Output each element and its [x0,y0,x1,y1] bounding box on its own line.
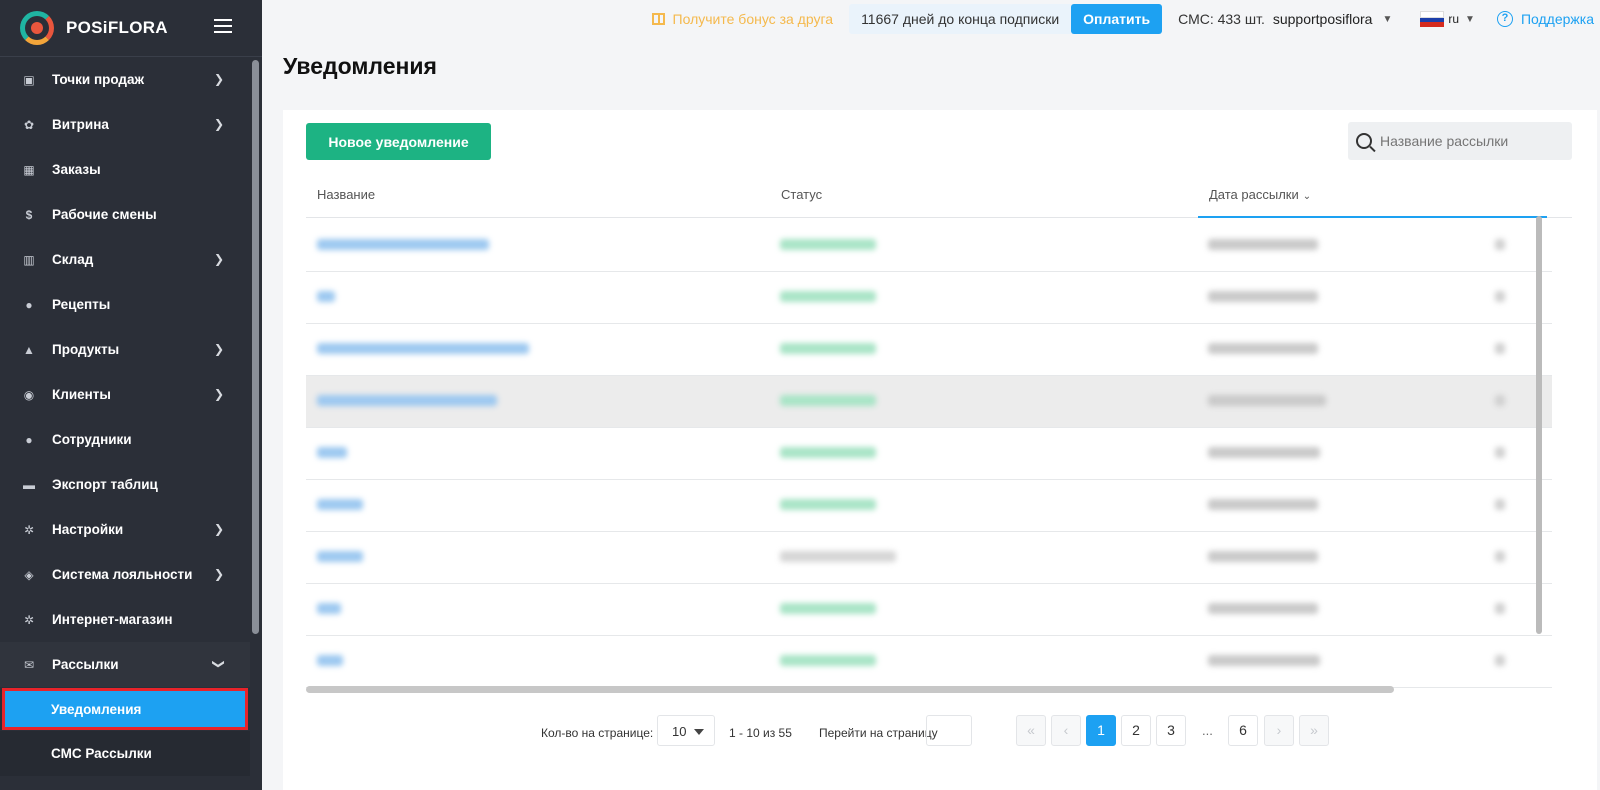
menu-icon[interactable] [214,19,232,33]
table-horizontal-scrollbar[interactable] [306,686,1394,693]
chevron-right-icon: ❯ [213,117,224,131]
column-name[interactable]: Название [317,187,375,202]
new-notification-button[interactable]: Новое уведомление [306,123,491,160]
goto-page-label: Перейти на страницу [819,726,938,740]
sidebar-item-export[interactable]: ▬ Экспорт таблиц [0,462,250,507]
chevron-right-icon: ❯ [213,387,224,401]
chevron-down-icon[interactable]: ▼ [1382,14,1392,25]
sidebar: POSiFLORA ▣ Точки продаж ❯ ✿ Витрина ❯ ▦ Зака… [0,0,262,790]
chevron-right-icon: ❯ [213,252,224,266]
search-icon [1356,133,1372,149]
sidebar-item-employees[interactable]: ● Сотрудники [0,417,250,462]
table-vertical-scrollbar[interactable] [1536,216,1542,634]
table-row[interactable] [306,272,1552,324]
page-1-button[interactable]: 1 [1086,715,1116,746]
pagination-ellipsis: ... [1202,723,1213,738]
sidebar-item-online-store[interactable]: ✲ Интернет-магазин [0,597,250,642]
goto-page-input[interactable] [926,715,972,746]
column-status[interactable]: Статус [781,187,822,202]
chevron-right-icon: ❯ [213,567,224,581]
last-page-button[interactable]: » [1299,715,1329,746]
user-menu[interactable]: supportposiflora [1273,11,1373,27]
sms-balance: СМС: 433 шт. [1178,11,1265,27]
russia-flag-icon[interactable] [1420,11,1445,28]
table-row[interactable] [306,584,1552,636]
sidebar-scrollbar[interactable] [252,60,259,634]
table-row[interactable] [306,324,1552,376]
subscription-box: 11667 дней до конца подписки Оплатить [849,4,1163,34]
table-row[interactable] [306,532,1552,584]
sidebar-item-shifts[interactable]: $ Рабочие смены [0,192,250,237]
support-link[interactable]: Поддержка [1521,11,1594,27]
sidebar-item-showcase[interactable]: ✿ Витрина ❯ [0,102,250,147]
posiflora-logo-icon [20,11,54,45]
dollar-icon: $ [25,207,33,222]
chevron-right-icon: ❯ [213,522,224,536]
language-selector[interactable]: ru [1448,12,1459,26]
brand-name: POSiFLORA [66,18,168,37]
basket-icon: ▲ [23,342,35,357]
sidebar-item-recipes[interactable]: ● Рецепты [0,282,250,327]
sidebar-nav: ▣ Точки продаж ❯ ✿ Витрина ❯ ▦ Заказы $ Рабочи… [0,57,250,776]
chevron-down-icon: ⌄ [1302,191,1312,202]
mail-icon: ✉ [23,657,35,672]
sidebar-item-notifications[interactable]: Уведомления [2,688,248,730]
chevron-right-icon: ❯ [213,342,224,356]
page-6-button[interactable]: 6 [1228,715,1258,746]
prev-page-button[interactable]: ‹ [1051,715,1081,746]
chevron-right-icon: ❯ [213,72,224,86]
help-icon[interactable]: ? [1496,11,1513,27]
notifications-card: Новое уведомление Название Статус Дата р… [283,110,1597,790]
person-icon: ● [25,432,33,447]
bonus-link[interactable]: Получите бонус за друга [651,11,833,27]
client-icon: ◉ [23,387,35,402]
warehouse-icon: ▥ [23,252,35,267]
gear-icon: ✲ [23,612,35,627]
table-row[interactable] [306,220,1552,272]
gift-icon [651,13,665,25]
sidebar-item-loyalty[interactable]: ◈ Система лояльности ❯ [0,552,250,597]
pagination: Кол-во на странице: 10 1 - 10 из 55 Пере… [283,715,1597,749]
page-3-button[interactable]: 3 [1156,715,1186,746]
sidebar-item-orders[interactable]: ▦ Заказы [0,147,250,192]
per-page-select[interactable]: 10 [657,715,715,746]
recipe-icon: ● [25,297,33,312]
table-row[interactable] [306,376,1552,428]
table-body [306,220,1552,688]
page-title: Уведомления [283,53,437,79]
caret-down-icon [694,729,704,735]
calendar-icon: ▦ [23,162,35,177]
sidebar-item-clients[interactable]: ◉ Клиенты ❯ [0,372,250,417]
search-box[interactable] [1348,122,1572,160]
sidebar-item-warehouse[interactable]: ▥ Склад ❯ [0,237,250,282]
table-row[interactable] [306,636,1552,688]
table-row[interactable] [306,428,1552,480]
table-header: Название Статус Дата рассылки ⌄ [306,173,1572,218]
page-2-button[interactable]: 2 [1121,715,1151,746]
flower-icon: ✿ [23,117,35,132]
folder-icon: ▬ [23,477,35,492]
gear-icon: ✲ [23,522,35,537]
pay-button[interactable]: Оплатить [1071,4,1163,34]
sidebar-item-settings[interactable]: ✲ Настройки ❯ [0,507,250,552]
first-page-button[interactable]: « [1016,715,1046,746]
sidebar-item-points-of-sale[interactable]: ▣ Точки продаж ❯ [0,57,250,102]
per-page-label: Кол-во на странице: [541,726,654,740]
table-row[interactable] [306,480,1552,532]
search-input[interactable] [1380,133,1560,149]
store-icon: ▣ [23,72,35,87]
chevron-down-icon[interactable]: ▼ [1465,14,1475,25]
chevron-down-icon: ❯ [211,658,226,670]
sidebar-item-products[interactable]: ▲ Продукты ❯ [0,327,250,372]
subscription-days: 11667 дней до конца подписки [861,11,1060,27]
page-range: 1 - 10 из 55 [729,726,792,740]
sidebar-item-sms-mailings[interactable]: СМС Рассылки [0,731,250,776]
next-page-button[interactable]: › [1264,715,1294,746]
topbar: Получите бонус за друга 11667 дней до ко… [262,0,1600,38]
sidebar-item-mailings[interactable]: ✉ Рассылки ❯ [0,642,250,687]
tag-icon: ◈ [24,567,34,582]
column-date[interactable]: Дата рассылки ⌄ [1198,187,1547,218]
